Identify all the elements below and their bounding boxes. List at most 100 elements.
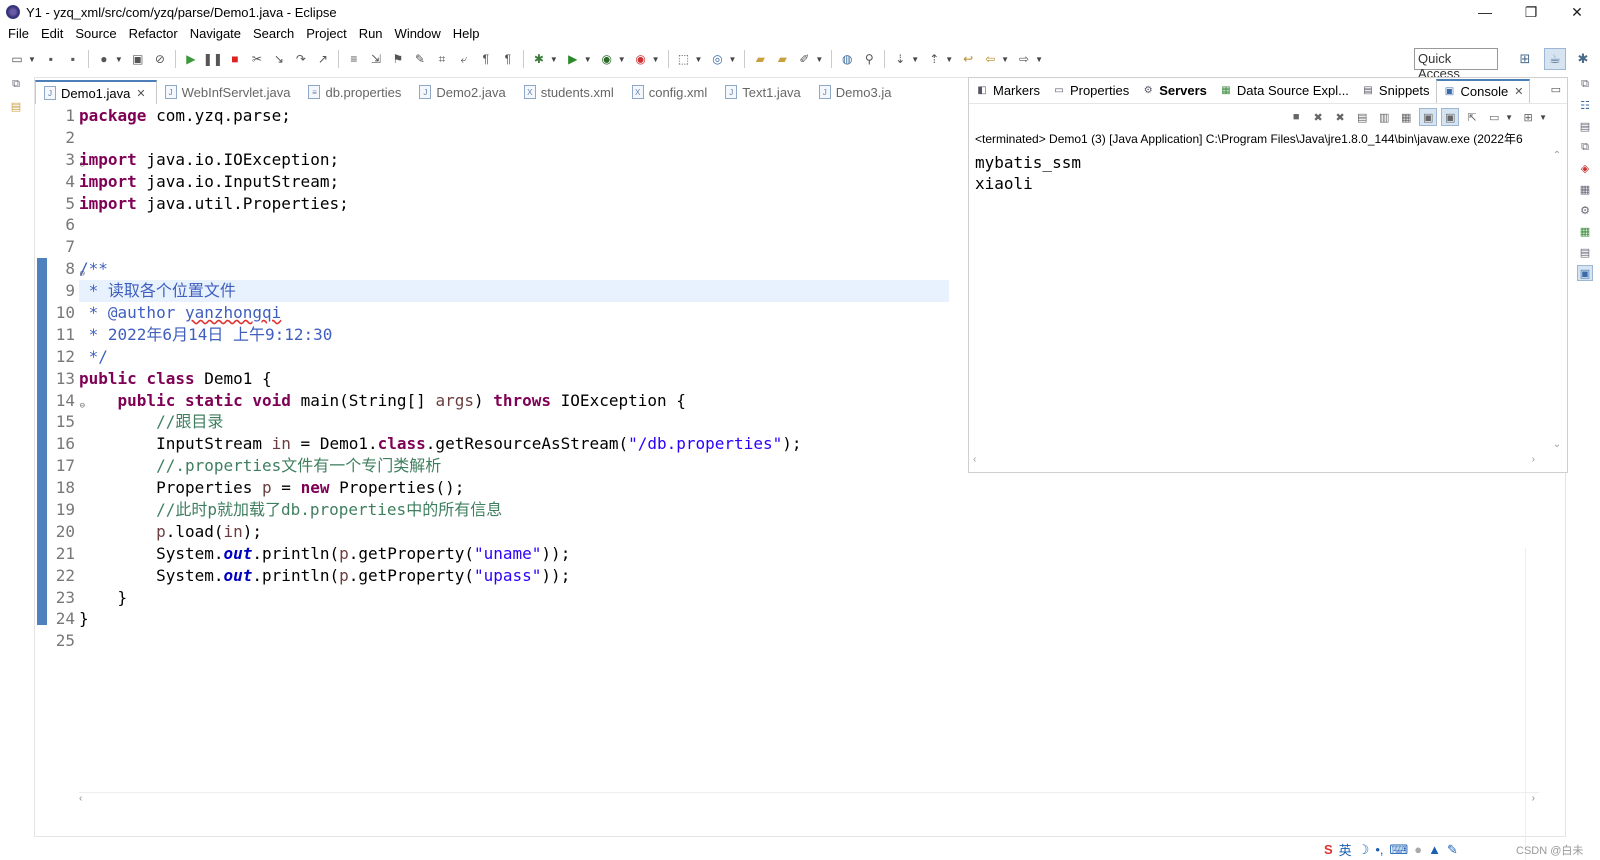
- tab-snippets[interactable]: ▤ Snippets: [1355, 79, 1436, 103]
- drop-to-frame-icon[interactable]: ⇲: [368, 51, 384, 67]
- tab-webinfservlet-java[interactable]: J WebInfServlet.java: [157, 80, 301, 104]
- menu-project[interactable]: Project: [302, 26, 354, 41]
- java-ee-perspective-icon[interactable]: ☕: [1544, 48, 1566, 70]
- step-into-icon[interactable]: ↘: [271, 51, 287, 67]
- menu-search[interactable]: Search: [249, 26, 302, 41]
- open-console-icon[interactable]: ⊞: [1519, 108, 1537, 126]
- scroll-right-icon[interactable]: ›: [1532, 454, 1535, 466]
- block-selection-icon[interactable]: ⌗: [434, 51, 450, 67]
- quick-access-input[interactable]: Quick Access: [1414, 48, 1498, 81]
- open-perspective-icon[interactable]: ⊞: [1514, 48, 1536, 70]
- debug-perspective-icon[interactable]: ✱: [1572, 48, 1594, 70]
- open-task-icon[interactable]: ▰: [774, 51, 790, 67]
- menu-edit[interactable]: Edit: [37, 26, 71, 41]
- properties-icon[interactable]: ▦: [1577, 181, 1593, 197]
- restore-icon[interactable]: ⧉: [1577, 76, 1593, 92]
- open-console-dropdown-icon[interactable]: ▼: [1539, 113, 1547, 122]
- run-icon[interactable]: ▶: [565, 51, 581, 67]
- editor-horizontal-scrollbar[interactable]: ‹ ›: [79, 792, 1539, 806]
- problems-icon[interactable]: ◈: [1577, 160, 1593, 176]
- moon-icon[interactable]: ☽: [1358, 842, 1370, 858]
- close-button[interactable]: ✕: [1554, 0, 1600, 24]
- word-wrap-icon[interactable]: ▦: [1397, 108, 1415, 126]
- punctuation-icon[interactable]: •,: [1375, 842, 1383, 857]
- console-horizontal-scrollbar[interactable]: ‹ ›: [973, 454, 1535, 466]
- tab-db-properties[interactable]: ≡ db.properties: [300, 80, 411, 104]
- remove-all-terminated-icon[interactable]: ✖: [1331, 108, 1349, 126]
- tab-students-xml[interactable]: X students.xml: [516, 80, 624, 104]
- new-icon[interactable]: ▭: [9, 51, 25, 67]
- pilcrow-icon[interactable]: ¶: [500, 51, 516, 67]
- new-class-icon[interactable]: ◎: [709, 51, 725, 67]
- restore-icon[interactable]: ⧉: [1577, 139, 1593, 155]
- data-source-icon[interactable]: ▦: [1577, 223, 1593, 239]
- next-annotation-dropdown-icon[interactable]: ▼: [911, 55, 919, 64]
- outline-icon[interactable]: ☷: [1577, 97, 1593, 113]
- scroll-up-icon[interactable]: ⌃: [1553, 150, 1561, 161]
- menu-navigate[interactable]: Navigate: [186, 26, 249, 41]
- open-type-icon[interactable]: ▰: [752, 51, 768, 67]
- tab-text1-java[interactable]: J Text1.java: [717, 80, 811, 104]
- back-icon[interactable]: ⇦: [982, 51, 998, 67]
- servers-icon[interactable]: ⚙: [1577, 202, 1593, 218]
- keyboard-icon[interactable]: ⌨: [1390, 842, 1409, 858]
- tab-properties[interactable]: ▭ Properties: [1046, 79, 1135, 103]
- show-on-stderr-icon[interactable]: ▣: [1441, 108, 1460, 126]
- wrench-icon[interactable]: ✎: [1447, 842, 1458, 858]
- profile-dropdown-icon[interactable]: ▼: [115, 55, 123, 64]
- display-console-dropdown-icon[interactable]: ▼: [1505, 113, 1513, 122]
- run-dropdown-icon[interactable]: ▼: [584, 55, 592, 64]
- new-class-dropdown-icon[interactable]: ▼: [728, 55, 736, 64]
- scroll-lock-icon[interactable]: ▥: [1375, 108, 1393, 126]
- tab-demo3-java[interactable]: J Demo3.ja: [811, 80, 902, 104]
- source-code[interactable]: package com.yzq.parse; import java.io.IO…: [79, 105, 949, 652]
- last-edit-icon[interactable]: ↩: [960, 51, 976, 67]
- tab-console[interactable]: ▣ Console ✕: [1435, 78, 1531, 103]
- globe-icon[interactable]: ◍: [839, 51, 855, 67]
- suspend-icon[interactable]: ❚❚: [203, 51, 223, 67]
- debug-icon[interactable]: ✱: [531, 51, 547, 67]
- show-on-stdout-icon[interactable]: ▣: [1419, 108, 1438, 126]
- tab-markers[interactable]: ◧ Markers: [969, 79, 1046, 103]
- search-dropdown-icon[interactable]: ▼: [815, 55, 823, 64]
- shirt-icon[interactable]: ▲: [1428, 842, 1441, 857]
- maximize-button[interactable]: ❐: [1508, 0, 1554, 24]
- scroll-left-icon[interactable]: ‹: [79, 793, 82, 804]
- external-tools-dropdown-icon[interactable]: ▼: [652, 55, 660, 64]
- save-icon[interactable]: ▪: [43, 51, 59, 67]
- forward-icon[interactable]: ⇨: [1016, 51, 1032, 67]
- sogou-ime-icon[interactable]: S: [1324, 842, 1333, 857]
- close-icon[interactable]: ✕: [1514, 85, 1523, 98]
- minimize-button[interactable]: —: [1462, 0, 1508, 24]
- word-wrap-icon[interactable]: ⤶: [456, 51, 472, 67]
- tab-demo1-java[interactable]: J Demo1.java ✕: [35, 80, 157, 104]
- new-server-icon[interactable]: ⬚: [676, 51, 692, 67]
- close-icon[interactable]: ✕: [136, 87, 145, 100]
- console-output[interactable]: mybatis_ssm xiaoli: [969, 148, 1567, 194]
- tab-servers[interactable]: ⚙ Servers: [1135, 79, 1213, 103]
- mark-occurrences-icon[interactable]: ✎: [412, 51, 428, 67]
- menu-file[interactable]: File: [4, 26, 37, 41]
- debug-dropdown-icon[interactable]: ▼: [550, 55, 558, 64]
- resume-icon[interactable]: ▶: [183, 51, 199, 67]
- pin-console-icon[interactable]: ⇱: [1463, 108, 1481, 126]
- package-explorer-icon[interactable]: ▤: [8, 98, 24, 114]
- external-tools-icon[interactable]: ◉: [633, 51, 649, 67]
- editor-vertical-scrollbar[interactable]: ⌄: [1525, 548, 1539, 860]
- previous-annotation-icon[interactable]: ⇡: [926, 51, 942, 67]
- menu-help[interactable]: Help: [449, 26, 488, 41]
- step-return-icon[interactable]: ↗: [315, 51, 331, 67]
- terminate-icon[interactable]: ■: [227, 51, 243, 67]
- terminate-icon[interactable]: ■: [1287, 108, 1305, 126]
- console-icon[interactable]: ▣: [1577, 265, 1593, 281]
- back-dropdown-icon[interactable]: ▼: [1001, 55, 1009, 64]
- remove-launch-icon[interactable]: ✖: [1309, 108, 1327, 126]
- menu-run[interactable]: Run: [355, 26, 391, 41]
- profile-icon[interactable]: ●: [96, 51, 112, 67]
- menu-source[interactable]: Source: [71, 26, 124, 41]
- tab-data-source-explorer[interactable]: ▦ Data Source Expl...: [1213, 79, 1355, 103]
- menu-window[interactable]: Window: [391, 26, 449, 41]
- web-browser-icon[interactable]: ⚲: [861, 51, 877, 67]
- console-vertical-scrollbar[interactable]: ⌃ ⌄: [1551, 150, 1563, 450]
- tab-demo2-java[interactable]: J Demo2.java: [411, 80, 515, 104]
